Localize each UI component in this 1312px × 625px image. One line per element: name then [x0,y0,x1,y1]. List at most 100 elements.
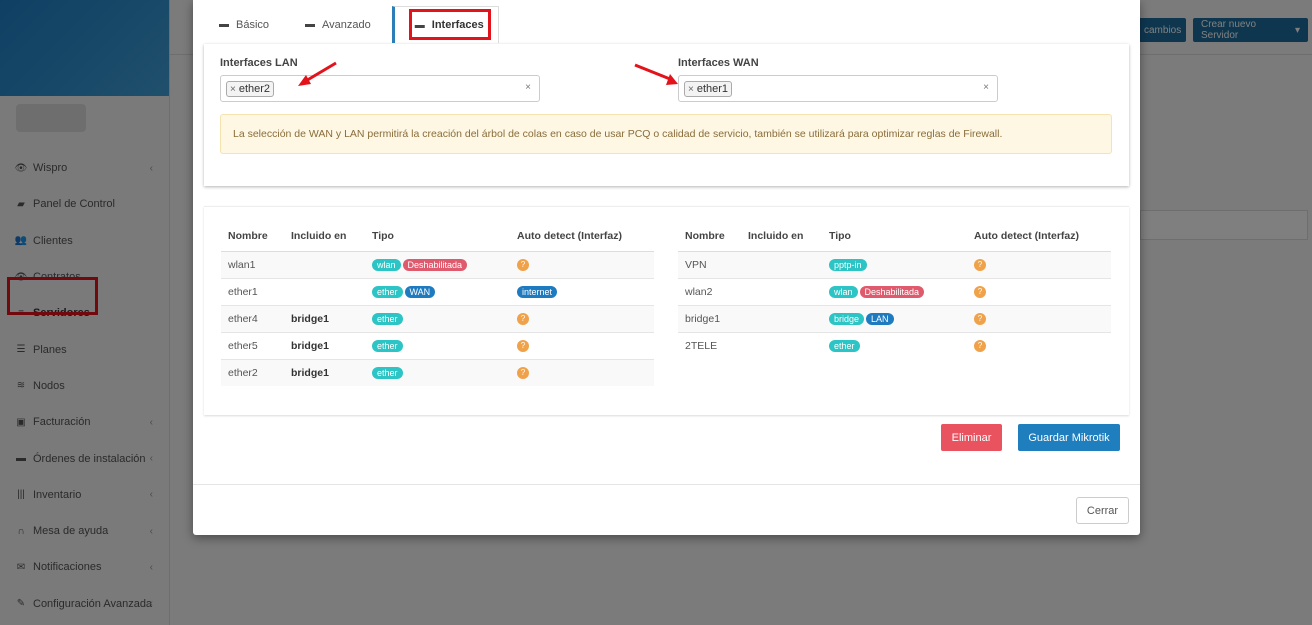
table-row: ether1 ether WAN internet [221,277,654,305]
cell-incluido [741,331,822,359]
type-badge: wlan [829,285,858,298]
question-icon: ? [517,258,529,271]
table-row: wlan1 wlan Deshabilitada? [221,250,654,278]
cell-nombre: wlan1 [221,250,284,278]
cell-tipo: ether [822,331,967,359]
cell-auto-detect: ? [510,250,654,278]
col-auto-detect: Auto detect (Interfaz) [967,221,1111,252]
cell-auto-detect: ? [510,331,654,359]
arrow-icon [298,61,337,86]
cell-tipo: ether [365,304,510,332]
cell-auto-detect: ? [967,304,1111,332]
cell-nombre: ether5 [221,331,284,359]
clear-icon[interactable]: × [983,82,989,93]
modal-footer [193,484,1140,485]
lan-select[interactable]: × ether2 × [220,75,540,102]
type-badge: ether [372,366,403,379]
table-row: wlan2 wlan Deshabilitada? [678,277,1111,305]
cell-incluido [284,277,365,305]
cell-incluido: bridge1 [284,358,365,386]
interfaces-table-left: Nombre Incluido en Tipo Auto detect (Int… [221,221,654,386]
cell-nombre: 2TELE [678,331,741,359]
type-badge: ether [372,285,403,298]
table-header: Nombre Incluido en Tipo Auto detect (Int… [678,221,1111,252]
lan-chip[interactable]: × ether2 [226,81,275,97]
table-row: 2TELE ether? [678,331,1111,359]
table-row: ether4 bridge1 ether? [221,304,654,332]
question-icon: ? [517,366,529,379]
cell-tipo: ether [365,358,510,386]
tab-avanzado[interactable]: ▬ Avanzado [292,6,384,43]
cell-nombre: bridge1 [678,304,741,332]
briefcase-icon: ▬ [305,19,316,30]
col-tipo: Tipo [365,221,510,252]
cell-auto-detect: ? [967,250,1111,278]
interfaces-tab-highlight [409,9,491,40]
cell-tipo: bridge LAN [822,304,967,332]
cell-nombre: ether2 [221,358,284,386]
table-header: Nombre Incluido en Tipo Auto detect (Int… [221,221,654,252]
question-icon: ? [974,312,986,325]
cell-auto-detect: ? [967,277,1111,305]
question-icon: ? [974,285,986,298]
clear-icon[interactable]: × [525,82,531,93]
type-badge: Deshabilitada [402,258,468,271]
type-badge: LAN [866,312,894,325]
table-row: ether2 bridge1 ether? [221,358,654,386]
cell-nombre: ether4 [221,304,284,332]
table-row: VPN pptp-in? [678,250,1111,278]
cell-auto-detect: internet [510,277,654,305]
auto-detect-badge: internet [517,285,558,298]
type-badge: WAN [404,285,436,298]
col-tipo: Tipo [822,221,967,252]
cell-incluido [741,304,822,332]
delete-button[interactable]: Eliminar [941,424,1002,451]
cell-incluido [284,250,365,278]
question-icon: ? [974,339,986,352]
col-nombre: Nombre [678,221,741,252]
type-badge: Deshabilitada [859,285,925,298]
briefcase-icon: ▬ [219,19,229,30]
type-badge: bridge [829,312,865,325]
wan-chip[interactable]: × ether1 [684,81,733,97]
col-incluido: Incluido en [284,221,365,252]
lan-label: Interfaces LAN [220,57,298,69]
remove-chip-icon[interactable]: × [230,84,236,95]
cell-auto-detect: ? [510,304,654,332]
wan-label: Interfaces WAN [678,57,759,69]
save-mikrotik-button[interactable]: Guardar Mikrotik [1018,424,1120,451]
close-button[interactable]: Cerrar [1076,497,1129,524]
type-badge: ether [829,339,860,352]
question-icon: ? [974,258,986,271]
question-icon: ? [517,312,529,325]
cell-incluido: bridge1 [284,331,365,359]
cell-tipo: wlan Deshabilitada [365,250,510,278]
interfaces-table-right: Nombre Incluido en Tipo Auto detect (Int… [678,221,1111,359]
cell-auto-detect: ? [967,331,1111,359]
info-alert: La selección de WAN y LAN permitirá la c… [220,114,1112,154]
table-row: ether5 bridge1 ether? [221,331,654,359]
cell-auto-detect: ? [510,358,654,386]
question-icon: ? [517,339,529,352]
cell-tipo: ether [365,331,510,359]
remove-chip-icon[interactable]: × [688,84,694,95]
cell-nombre: wlan2 [678,277,741,305]
cell-nombre: VPN [678,250,741,278]
cell-tipo: wlan Deshabilitada [822,277,967,305]
cell-tipo: ether WAN [365,277,510,305]
interfaces-table-panel: Nombre Incluido en Tipo Auto detect (Int… [204,206,1129,415]
col-incluido: Incluido en [741,221,822,252]
col-auto-detect: Auto detect (Interfaz) [510,221,654,252]
type-badge: ether [372,312,403,325]
cell-tipo: pptp-in [822,250,967,278]
cell-nombre: ether1 [221,277,284,305]
cell-incluido [741,250,822,278]
cell-incluido [741,277,822,305]
type-badge: pptp-in [829,258,867,271]
tab-basico[interactable]: ▬ Básico [206,6,282,43]
wan-select[interactable]: × ether1 × [678,75,998,102]
arrow-icon [634,63,678,85]
col-nombre: Nombre [221,221,284,252]
type-badge: ether [372,339,403,352]
cell-incluido: bridge1 [284,304,365,332]
